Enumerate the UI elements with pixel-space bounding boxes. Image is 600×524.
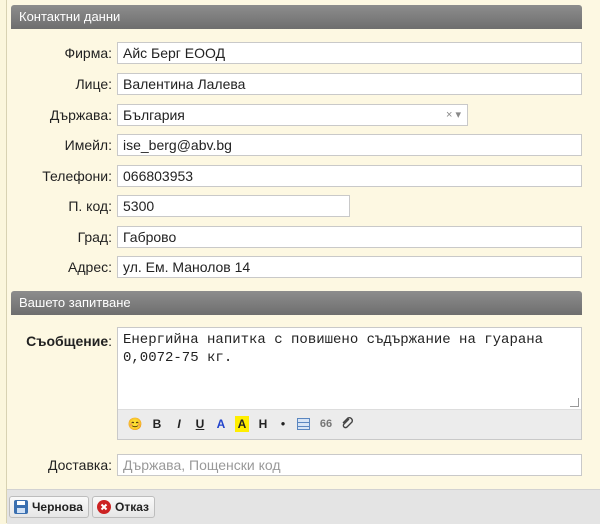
message-label-text: Съобщение	[26, 333, 109, 349]
city-label: Град:	[77, 229, 112, 245]
company-label: Фирма:	[64, 45, 112, 61]
person-label: Лице:	[75, 76, 112, 92]
underline-button[interactable]: U	[193, 416, 207, 432]
section-header-contact: Контактни данни	[11, 5, 582, 29]
email-field[interactable]: ise_berg@abv.bg	[117, 134, 582, 156]
address-field[interactable]: ул. Ем. Манолов 14	[117, 256, 582, 278]
phones-field[interactable]: 066803953	[117, 165, 582, 187]
draft-button[interactable]: Чернова	[9, 496, 89, 518]
section-header-inquiry: Вашето запитване	[11, 291, 582, 315]
delivery-label: Доставка:	[47, 457, 112, 473]
attachment-icon[interactable]	[340, 416, 354, 432]
bold-button[interactable]: B	[150, 416, 164, 432]
zip-field[interactable]: 5300	[117, 195, 350, 217]
editor-toolbar: 😊 B I U A A H ● 66	[118, 409, 581, 439]
clear-and-chevron-icon[interactable]: × ▾	[446, 105, 461, 125]
text-color-button[interactable]: A	[214, 416, 228, 432]
phones-label: Телефони:	[42, 168, 112, 184]
country-select[interactable]: България × ▾	[117, 104, 468, 126]
table-icon[interactable]	[297, 418, 310, 430]
cancel-icon	[97, 500, 111, 514]
cancel-button-label: Отказ	[115, 500, 150, 514]
company-field[interactable]: Айс Берг ЕООД	[117, 42, 582, 64]
heading-button[interactable]: H	[256, 416, 270, 432]
message-textarea[interactable]: Енергийна напитка с повишено съдържание …	[123, 331, 571, 367]
delivery-input[interactable]: Държава, Пощенски код	[117, 454, 582, 476]
resize-grip-icon[interactable]	[570, 398, 579, 407]
message-label: Съобщение:	[14, 333, 112, 349]
country-label: Държава:	[49, 107, 112, 123]
highlight-button[interactable]: A	[235, 416, 249, 432]
city-field[interactable]: Габрово	[117, 226, 582, 248]
message-label-colon: :	[108, 333, 112, 349]
emoji-icon[interactable]: 😊	[127, 416, 143, 432]
quote-button[interactable]: 66	[318, 416, 334, 432]
email-label: Имейл:	[64, 137, 112, 153]
person-field[interactable]: Валентина Лалева	[117, 73, 582, 95]
draft-button-label: Чернова	[32, 500, 83, 514]
message-editor[interactable]: Енергийна напитка с повишено съдържание …	[117, 327, 582, 440]
country-value: България	[123, 107, 185, 123]
zip-label: П. код:	[68, 198, 112, 214]
cancel-button[interactable]: Отказ	[92, 496, 156, 518]
action-bar: Чернова Отказ	[7, 489, 600, 524]
address-label: Адрес:	[68, 259, 112, 275]
italic-button[interactable]: I	[172, 416, 186, 432]
bullet-list-button[interactable]: ●	[276, 416, 290, 432]
save-icon	[14, 500, 28, 514]
